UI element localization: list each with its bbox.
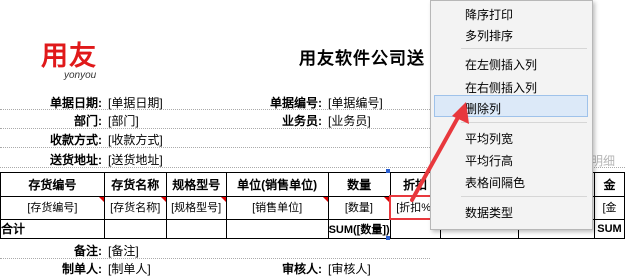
annotation-arrow-icon xyxy=(410,102,469,202)
